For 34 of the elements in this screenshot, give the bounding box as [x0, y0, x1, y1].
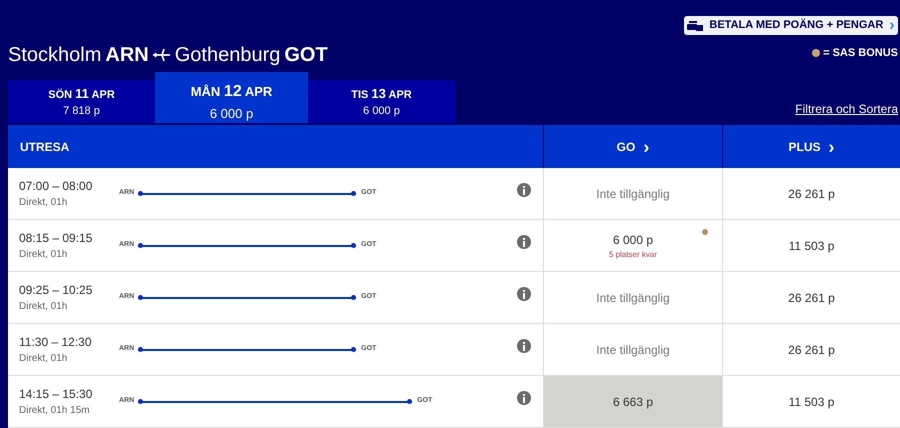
flight-time: 09:25 – 10:25: [19, 282, 92, 299]
flight-time: 11:30 – 12:30: [19, 334, 92, 351]
info-icon[interactable]: [517, 235, 531, 249]
airplane-icon: [152, 48, 171, 62]
pay-button[interactable]: BETALA MED POÄNG + PENGAR ›: [684, 16, 898, 35]
date-tab[interactable]: TIS 13 APR 6 000 p: [308, 80, 455, 123]
info-icon[interactable]: [517, 391, 531, 405]
info-icon[interactable]: [517, 183, 531, 197]
column-header: UTRESA: [19, 138, 70, 156]
fare-cell[interactable]: 11 503 p: [722, 376, 900, 427]
fare-cell[interactable]: 11 503 p: [722, 220, 900, 271]
fare-cell[interactable]: 26 261 p: [722, 168, 900, 219]
destination-code: GOT: [284, 43, 328, 68]
flight-info: Direkt, 01h: [19, 248, 68, 262]
fare-cell[interactable]: 26 261 p: [722, 272, 900, 323]
info-icon[interactable]: [517, 287, 531, 301]
destination-city: Gothenburg: [174, 43, 280, 68]
flight-time: 08:15 – 09:15: [19, 230, 92, 247]
date-tab[interactable]: SÖN 11 APR 7 818 p: [8, 80, 155, 123]
fare-cell[interactable]: 6 663 p: [543, 376, 722, 427]
flight-info: Direkt, 01h 15m: [19, 404, 90, 418]
origin-city: Stockholm: [8, 43, 102, 68]
filter-link[interactable]: Filtrera och Sortera: [795, 100, 898, 118]
flight-info: Direkt, 01h: [19, 300, 68, 314]
origin-code: ARN: [105, 43, 149, 68]
date-tab[interactable]: MÅN 12 APR 6 000 p: [155, 72, 308, 123]
info-icon[interactable]: [517, 339, 531, 353]
bonus-legend: = SAS BONUS: [823, 45, 898, 62]
wallet-icon: [687, 20, 704, 30]
flight-info: Direkt, 01h: [19, 196, 68, 210]
fare-cell[interactable]: 26 261 p: [722, 324, 900, 375]
flight-info: Direkt, 01h: [19, 352, 68, 366]
flight-time: 07:00 – 08:00: [19, 178, 92, 195]
flight-time: 14:15 – 15:30: [19, 386, 92, 403]
